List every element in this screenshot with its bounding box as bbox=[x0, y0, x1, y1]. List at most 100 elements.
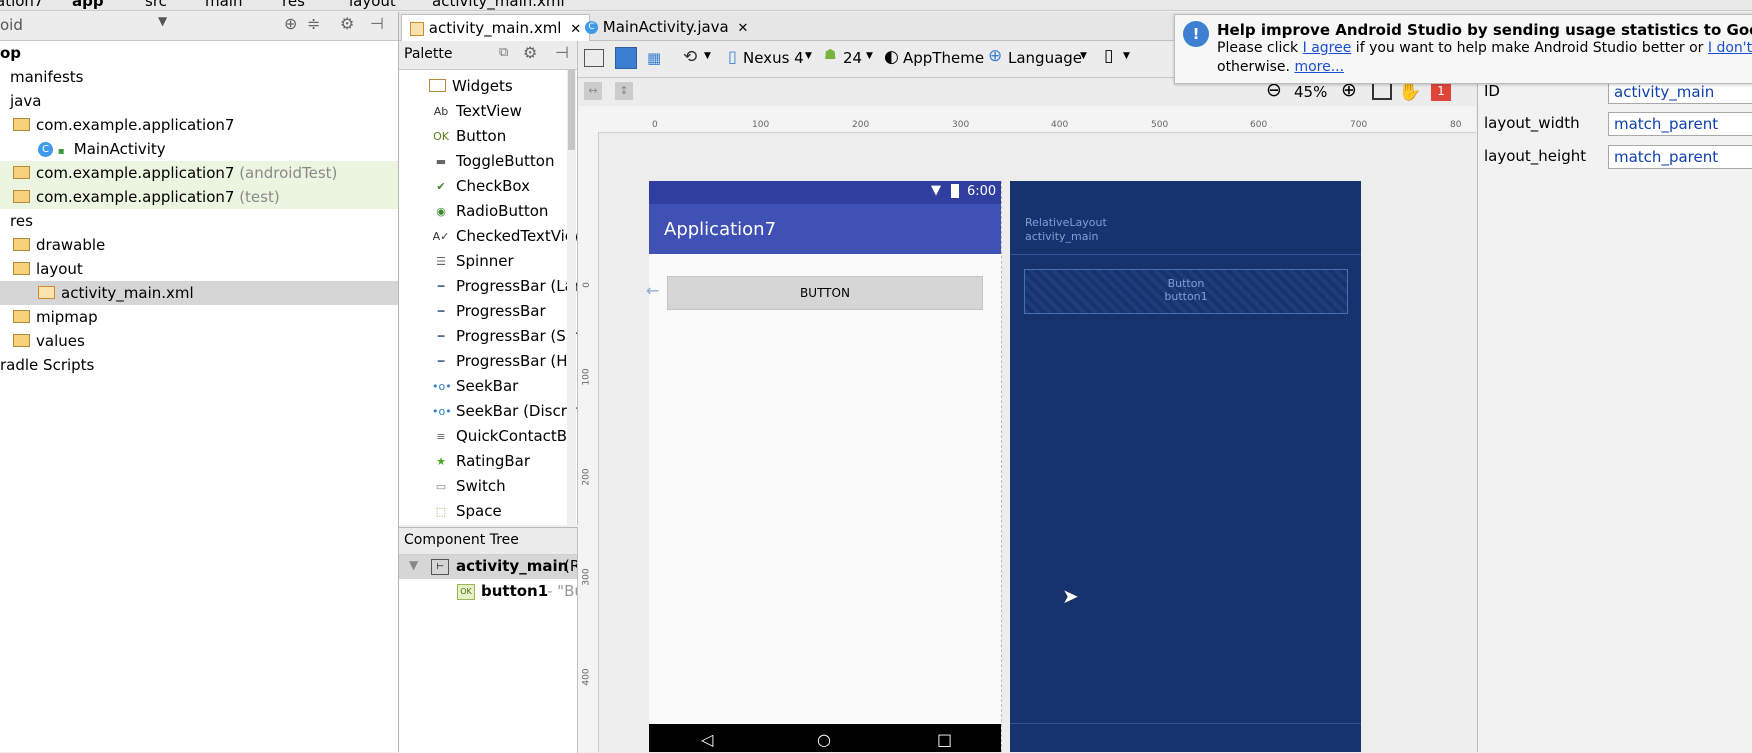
chevron-down-icon[interactable]: ▼ bbox=[1080, 51, 1087, 61]
breadcrumb-app[interactable]: app bbox=[72, 0, 104, 10]
gear-icon[interactable]: ⚙ bbox=[523, 43, 537, 62]
palette-item[interactable]: ▬ ToggleButton bbox=[399, 149, 577, 174]
dont-agree-link[interactable]: I don't agree bbox=[1708, 40, 1752, 56]
palette-item[interactable]: ━ ProgressBar (Small) bbox=[399, 324, 577, 349]
tree-item-activity-main-xml[interactable]: activity_main.xml bbox=[0, 281, 398, 305]
breadcrumb-layout[interactable]: layout bbox=[349, 0, 396, 10]
palette-item-label: Switch bbox=[456, 477, 506, 495]
palette-item[interactable]: ◉ RadioButton bbox=[399, 199, 577, 224]
palette-search-icon[interactable]: ⧉ bbox=[499, 45, 508, 60]
device-select[interactable]: Nexus 4 bbox=[743, 49, 804, 67]
chevron-down-icon[interactable]: ▼ bbox=[1123, 51, 1130, 61]
palette-item[interactable]: ━ ProgressBar (Horizontal) bbox=[399, 349, 577, 374]
palette-item[interactable]: •o• SeekBar (Discrete) bbox=[399, 399, 577, 424]
blueprint-preview[interactable]: RelativeLayout activity_main Button butt… bbox=[1010, 181, 1361, 752]
navigation-bar: ation7 app src main res layout activity_… bbox=[0, 0, 1752, 11]
palette-category-widgets[interactable]: Widgets bbox=[399, 74, 577, 99]
hide-panel-icon[interactable]: ⊣ bbox=[370, 14, 384, 33]
tree-item-java[interactable]: java bbox=[0, 89, 398, 113]
palette-scrollbar[interactable] bbox=[567, 70, 576, 525]
tree-item-package-androidtest[interactable]: com.example.application7 (androidTest) bbox=[0, 161, 398, 185]
device-icon[interactable]: ▯ bbox=[728, 47, 737, 66]
target-icon[interactable]: ⊕ bbox=[284, 14, 297, 33]
more-link[interactable]: more... bbox=[1294, 59, 1344, 75]
fit-screen-icon[interactable] bbox=[1372, 82, 1392, 100]
design-canvas[interactable]: 0 100 200 300 400 500 600 700 80 0 100 2… bbox=[578, 106, 1476, 752]
tree-item-app[interactable]: op bbox=[0, 41, 398, 65]
orientation-icon[interactable]: ⟲ bbox=[683, 47, 697, 67]
palette-item[interactable]: ━ ProgressBar bbox=[399, 299, 577, 324]
navigation-bar-bottom: ◁ ○ □ bbox=[649, 724, 1001, 752]
tree-item-package-test[interactable]: com.example.application7 (test) bbox=[0, 185, 398, 209]
pan-vertical-icon[interactable]: ↕ bbox=[615, 82, 633, 100]
palette-item[interactable]: ▭ Switch bbox=[399, 474, 577, 499]
tree-item-drawable[interactable]: drawable bbox=[0, 233, 398, 257]
phone-layout-icon[interactable]: ▯ bbox=[1104, 46, 1113, 66]
palette-item[interactable]: A✓ CheckedTextView bbox=[399, 224, 577, 249]
component-tree-root[interactable]: ▼ ⊢ activity_main (R bbox=[399, 555, 577, 579]
palette-item[interactable]: ⬚ Space bbox=[399, 499, 577, 524]
property-value-height[interactable]: match_parent bbox=[1608, 145, 1752, 169]
palette-item[interactable]: •o• SeekBar bbox=[399, 374, 577, 399]
chevron-down-icon[interactable]: ▼ bbox=[805, 51, 812, 61]
palette-item[interactable]: ☰ Spinner bbox=[399, 249, 577, 274]
folder-icon bbox=[13, 238, 30, 251]
tree-item-gradle-scripts[interactable]: radle Scripts bbox=[0, 353, 398, 377]
component-text: - "Bu bbox=[547, 582, 577, 600]
tab-activity-main-xml[interactable]: activity_main.xml ✕ bbox=[401, 14, 591, 41]
warnings-badge[interactable]: 1 bbox=[1431, 81, 1451, 101]
scrollbar-thumb[interactable] bbox=[568, 70, 575, 150]
tree-item-mainactivity[interactable]: C ▪ MainActivity bbox=[0, 137, 398, 161]
gear-icon[interactable]: ⚙ bbox=[340, 14, 354, 33]
component-tree-button1[interactable]: OK button1 - "Bu bbox=[399, 580, 577, 604]
theme-select[interactable]: AppTheme bbox=[903, 49, 984, 67]
property-value-width[interactable]: match_parent bbox=[1608, 112, 1752, 136]
blueprint-view-icon[interactable] bbox=[615, 47, 637, 69]
chevron-down-icon[interactable]: ▼ bbox=[158, 14, 167, 28]
palette-item[interactable]: Ab TextView bbox=[399, 99, 577, 124]
api-level-select[interactable]: 24 bbox=[843, 49, 862, 67]
breadcrumb-project[interactable]: ation7 bbox=[0, 0, 43, 10]
palette-item[interactable]: OK Button bbox=[399, 124, 577, 149]
blueprint-button1[interactable]: Button button1 bbox=[1024, 269, 1348, 314]
tree-item-res[interactable]: res bbox=[0, 209, 398, 233]
tree-item-package[interactable]: com.example.application7 bbox=[0, 113, 398, 137]
chevron-down-icon[interactable]: ▼ bbox=[704, 51, 711, 61]
palette-item-label: Space bbox=[456, 502, 502, 520]
chevron-down-icon[interactable]: ▼ bbox=[866, 51, 873, 61]
project-view-select[interactable]: oid bbox=[0, 16, 23, 34]
tab-mainactivity-java[interactable]: C MainActivity.java ✕ bbox=[577, 14, 756, 40]
palette-item[interactable]: ≡ QuickContactBadge bbox=[399, 424, 577, 449]
hide-panel-icon[interactable]: ⊣ bbox=[555, 43, 569, 62]
close-icon[interactable]: ✕ bbox=[738, 21, 749, 36]
tree-item-manifests[interactable]: manifests bbox=[0, 65, 398, 89]
project-panel: oid ▼ ⊕ ≑ ⚙ ⊣ op manifests java com.exam… bbox=[0, 12, 399, 752]
breadcrumb-main[interactable]: main bbox=[205, 0, 242, 10]
tree-item-mipmap[interactable]: mipmap bbox=[0, 305, 398, 329]
pan-horizontal-icon[interactable]: ↔ bbox=[584, 82, 602, 100]
back-icon: ◁ bbox=[701, 730, 714, 749]
tree-item-layout[interactable]: layout bbox=[0, 257, 398, 281]
design-view-icon[interactable] bbox=[584, 49, 604, 67]
widget-icon: ▬ bbox=[435, 155, 447, 168]
palette-item-label: Spinner bbox=[456, 252, 514, 270]
component-tree-panel: Component Tree ▼ ⊢ activity_main (R OK b… bbox=[399, 527, 578, 753]
button1-preview[interactable]: BUTTON bbox=[667, 276, 983, 310]
language-select[interactable]: Language bbox=[1008, 49, 1082, 67]
palette-item[interactable]: ★ RatingBar bbox=[399, 449, 577, 474]
palette-item-label: QuickContactBadge bbox=[456, 427, 577, 445]
palette-item[interactable]: ✔ CheckBox bbox=[399, 174, 577, 199]
phone-preview[interactable]: ▼ 6:00 Application7 BUTTON ← ◁ ○ □ bbox=[646, 181, 1002, 752]
both-view-icon[interactable]: ▦ bbox=[647, 49, 661, 67]
folder-icon bbox=[13, 334, 30, 347]
palette-item[interactable]: ━ ProgressBar (Large) bbox=[399, 274, 577, 299]
widget-icon: OK bbox=[433, 130, 449, 143]
tree-item-values[interactable]: values bbox=[0, 329, 398, 353]
agree-link[interactable]: I agree bbox=[1303, 40, 1352, 56]
collapse-icon[interactable]: ≑ bbox=[307, 14, 320, 33]
breadcrumb-src[interactable]: src bbox=[145, 0, 167, 10]
breadcrumb-res[interactable]: res bbox=[282, 0, 305, 10]
breadcrumb-file[interactable]: activity_main.xml bbox=[432, 0, 565, 10]
widget-icon: ⬚ bbox=[435, 505, 447, 518]
expand-arrow-icon[interactable]: ▼ bbox=[409, 558, 418, 572]
